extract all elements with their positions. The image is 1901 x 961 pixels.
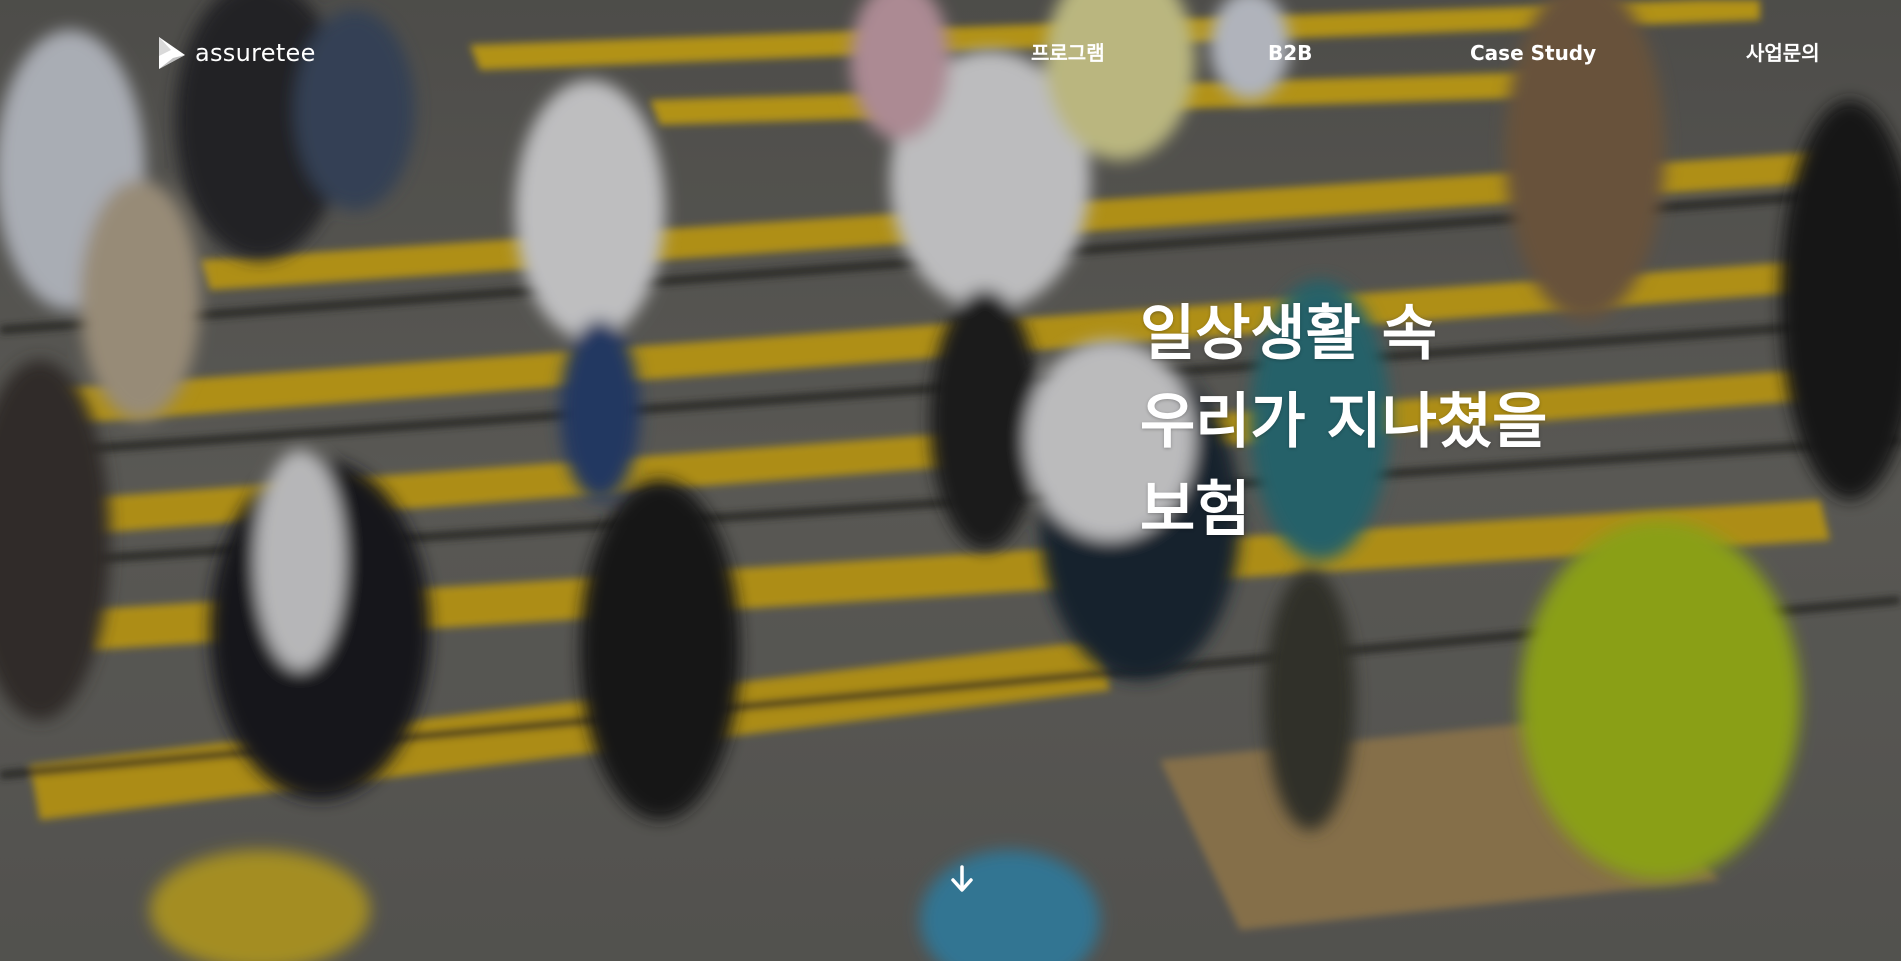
headline-line-2: 우리가 지나쳤을	[1140, 387, 1548, 457]
nav-item-case-study[interactable]: Case Study	[1470, 40, 1596, 66]
headline-line-1: 일상생활 속	[1140, 299, 1437, 369]
hero-section: assuretee 프로그램 B2B Case Study 사업문의 일상생활 …	[0, 0, 1901, 961]
nav-item-b2b[interactable]: B2B	[1268, 40, 1312, 66]
headline-line-3: 보험	[1140, 475, 1251, 545]
nav-item-program[interactable]: 프로그램	[1031, 40, 1105, 66]
logo-link[interactable]: assuretee	[155, 34, 316, 72]
arrow-down-icon[interactable]	[949, 864, 975, 894]
hero-headline: 일상생활 속 우리가 지나쳤을 보험	[1140, 290, 1700, 554]
nav-item-business-inquiry[interactable]: 사업문의	[1746, 40, 1820, 66]
assuretee-logo-icon	[159, 37, 185, 69]
logo-wordmark: assuretee	[195, 39, 316, 67]
site-header: assuretee 프로그램 B2B Case Study 사업문의	[0, 0, 1901, 106]
